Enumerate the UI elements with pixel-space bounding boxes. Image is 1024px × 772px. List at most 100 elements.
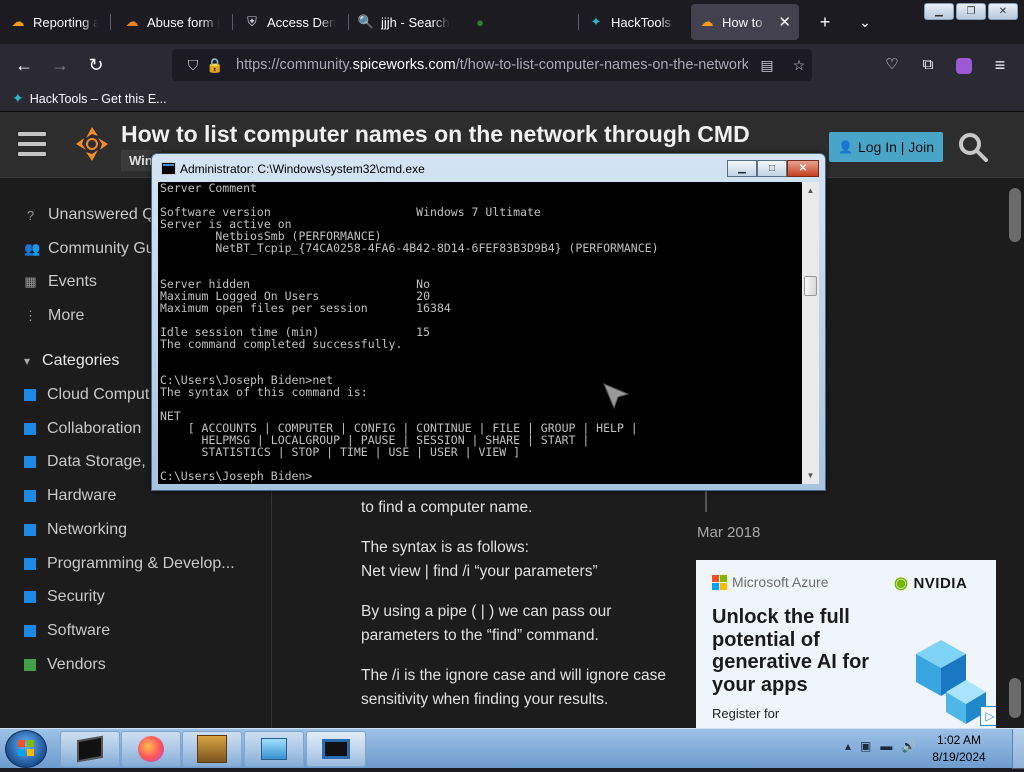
taskbar-firefox-app[interactable]	[121, 731, 181, 767]
ad-banner[interactable]: Microsoft Azure ◉ NVIDIA Unlock the full…	[696, 560, 996, 728]
tab-label: Access Denie	[267, 14, 336, 30]
cmd-output[interactable]: Server Comment Software version Windows …	[160, 182, 659, 482]
tab-label: Abuse form |	[147, 14, 220, 30]
login-button[interactable]: 👤 Log In | Join	[829, 132, 943, 162]
extensions-icon[interactable]: ⧉	[914, 52, 942, 78]
pocket-icon[interactable]: ♡	[878, 52, 906, 78]
close-window-icon[interactable]: ✕	[787, 160, 819, 177]
scrollbar-thumb[interactable]	[1009, 188, 1021, 242]
restore-icon[interactable]: ❐	[956, 3, 986, 20]
topic-title[interactable]: How to list computer names on the networ…	[121, 121, 750, 148]
box-app-icon	[197, 735, 227, 763]
ad-microsoft-text: Microsoft Azure	[732, 574, 829, 590]
tab-access-denied[interactable]: ⛨ Access Denie	[236, 4, 344, 40]
sidebar-item-unanswered[interactable]: ? Unanswered Q	[24, 206, 155, 224]
show-desktop-button[interactable]	[1012, 729, 1024, 769]
nvidia-logo: ◉ NVIDIA	[894, 573, 967, 593]
scrollbar-thumb[interactable]	[1009, 678, 1021, 718]
lock-icon[interactable]: 🔒	[204, 57, 226, 74]
new-tab-icon[interactable]: +	[810, 8, 840, 36]
sidebar-category-item[interactable]: Security	[24, 588, 105, 606]
category-color-swatch	[24, 624, 36, 637]
tab-search[interactable]: 🔍 jjjh - Search	[350, 4, 460, 40]
windows-taskbar: ▴ ▣ ▬ 🔊 1:02 AM 8/19/2024	[0, 728, 1024, 769]
taskbar-monitor-app[interactable]	[244, 731, 304, 767]
nvidia-eye-icon: ◉	[894, 575, 909, 592]
tab-reporting[interactable]: ☁ Reporting abu	[2, 4, 106, 40]
tab-separator	[348, 14, 349, 30]
scroll-down-icon[interactable]: ▼	[802, 467, 819, 484]
reload-icon[interactable]: ↻	[82, 52, 110, 78]
taskbar-clock[interactable]: 1:02 AM 8/19/2024	[930, 732, 988, 766]
category-color-swatch	[24, 658, 36, 671]
tab-list-chevron-icon[interactable]: ⌄	[850, 8, 880, 36]
question-icon: ?	[26, 207, 35, 223]
volume-icon[interactable]: 🔊	[901, 739, 916, 753]
sidebar-item-more[interactable]: ⋮ More	[24, 307, 84, 325]
spiceworks-icon: ☁	[700, 14, 714, 29]
extension-purple-icon[interactable]	[950, 52, 978, 78]
address-bar[interactable]: ⛉ 🔒 https://community.spiceworks.com/t/h…	[172, 49, 812, 81]
ad-headline: Unlock the full potential of generative …	[712, 606, 870, 696]
taskbar-box-app[interactable]	[182, 731, 242, 767]
ad-info-icon[interactable]: ▷	[980, 706, 996, 726]
categories-toggle[interactable]: ▾ Categories	[24, 352, 119, 370]
sidebar-category-item[interactable]: Programming & Develop...	[24, 555, 235, 573]
maximize-icon[interactable]: □	[757, 160, 787, 177]
network-icon[interactable]: ▣	[860, 739, 871, 753]
sidebar-category-item[interactable]: Vendors	[24, 656, 106, 674]
forward-arrow-icon[interactable]: →	[46, 52, 74, 78]
start-button[interactable]	[5, 730, 47, 768]
close-tab-icon[interactable]: ✕	[778, 13, 791, 31]
tab-label: Reporting abu	[33, 14, 98, 30]
sidebar-category-item[interactable]: Software	[24, 622, 110, 640]
category-label: Hardware	[47, 487, 117, 505]
sidebar-category-item[interactable]: Networking	[24, 521, 127, 539]
reader-view-icon[interactable]: ▤	[756, 57, 778, 74]
bookmark-hacktools[interactable]: HackTools – Get this E...	[30, 92, 167, 106]
bookmark-star-icon[interactable]: ☆	[788, 57, 810, 74]
tab-hacktools[interactable]: ✦ HackTools – G	[580, 4, 684, 40]
minimize-icon[interactable]: ▁	[727, 160, 757, 177]
sidebar-category-item[interactable]: Cloud Comput	[24, 386, 149, 404]
taskbar-cmd-app[interactable]	[60, 731, 120, 767]
sidebar-item-community[interactable]: 👥 Community Gu	[24, 240, 155, 258]
cmd-icon[interactable]	[161, 162, 176, 175]
sidebar-item-events[interactable]: ▦ Events	[24, 273, 97, 291]
tray-expand-icon[interactable]: ▴	[845, 739, 851, 753]
page-scrollbar[interactable]	[1006, 178, 1024, 728]
sidebar-category-item[interactable]: Collaboration	[24, 420, 141, 438]
shield-icon: ⛨	[247, 14, 257, 29]
cmd-scrollbar[interactable]: ▲ ▼	[802, 182, 819, 484]
tab-generic[interactable]: ●	[464, 4, 574, 40]
url-text[interactable]: https://community.spiceworks.com/t/how-t…	[236, 57, 748, 73]
display-icon[interactable]: ▬	[880, 739, 892, 753]
categories-heading: Categories	[42, 352, 120, 369]
category-label: Software	[47, 621, 111, 639]
cmd-window-controls: ▁ □ ✕	[727, 160, 819, 177]
cmd-title: Administrator: C:\Windows\system32\cmd.e…	[180, 162, 425, 176]
scroll-up-icon[interactable]: ▲	[802, 182, 819, 199]
spiceworks-icon: ☁	[11, 14, 25, 29]
scrollbar-thumb[interactable]	[804, 276, 817, 296]
cmd-console[interactable]: Server Comment Software version Windows …	[158, 182, 819, 484]
taskbar-terminal-app[interactable]	[306, 731, 366, 767]
sidebar-category-item[interactable]: Data Storage, E	[24, 453, 161, 471]
back-arrow-icon[interactable]: ←	[10, 52, 38, 78]
close-window-icon[interactable]: ✕	[988, 3, 1018, 20]
sidebar-category-item[interactable]: Hardware	[24, 487, 116, 505]
search-icon[interactable]	[958, 132, 988, 162]
menu-hamburger-icon[interactable]: ≡	[986, 52, 1014, 78]
mouse-cursor-icon	[603, 383, 630, 410]
tab-label: jjjh - Search	[381, 14, 450, 30]
hacktools-icon: ✦	[12, 90, 24, 106]
tab-abuse-form[interactable]: ☁ Abuse form |	[116, 4, 228, 40]
hamburger-menu-icon[interactable]	[18, 132, 46, 162]
cmd-window[interactable]: Administrator: C:\Windows\system32\cmd.e…	[151, 153, 826, 491]
minimize-icon[interactable]: ▁	[924, 3, 954, 20]
category-color-swatch	[24, 490, 36, 503]
tracking-shield-icon[interactable]: ⛉	[182, 57, 204, 74]
spiceworks-logo[interactable]	[72, 124, 112, 164]
tab-active[interactable]: ☁ How to list ✕	[691, 4, 799, 40]
category-color-swatch	[24, 557, 36, 570]
